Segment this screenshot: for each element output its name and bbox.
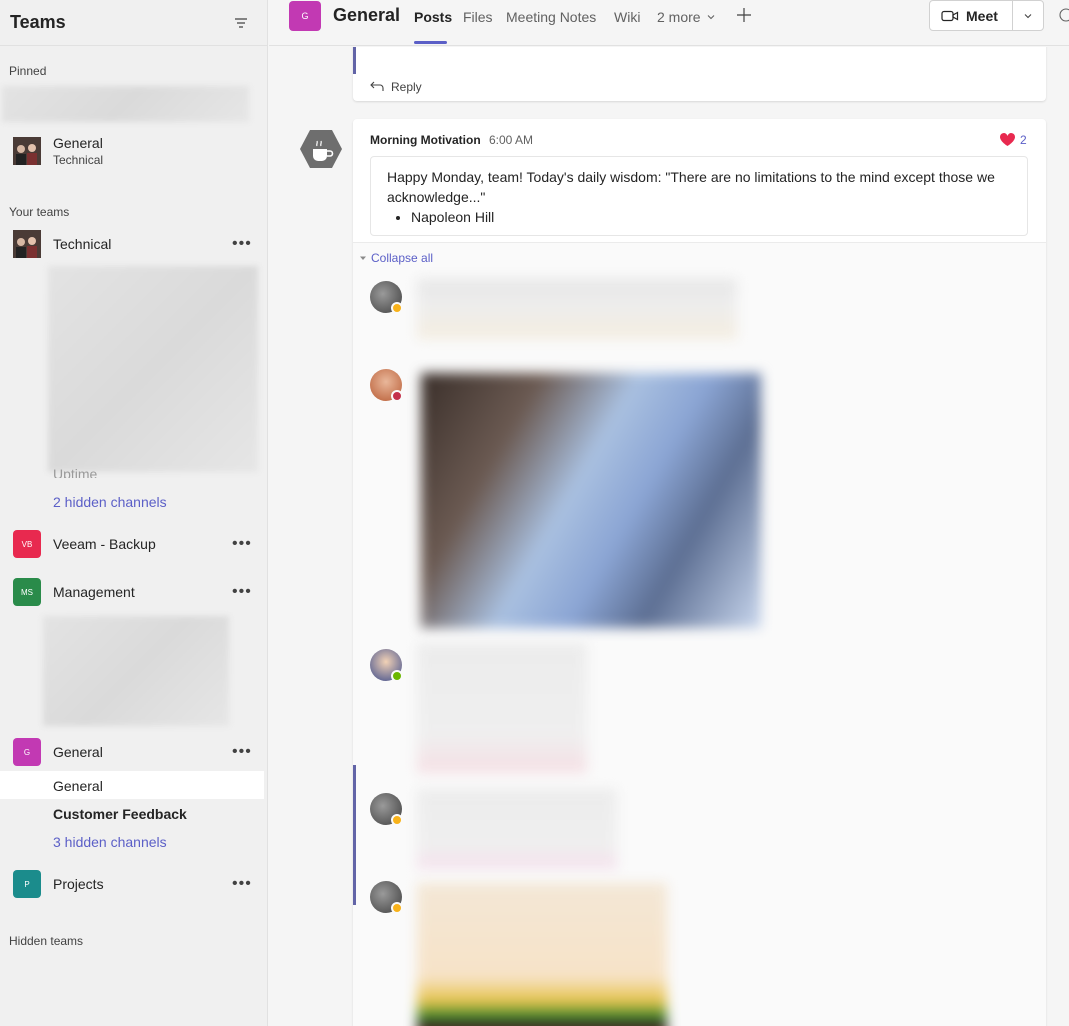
reaction-count: 2 [1020, 132, 1027, 147]
filter-icon[interactable] [233, 15, 249, 31]
more-options-icon[interactable]: ••• [232, 876, 252, 892]
blurred-image-attachment[interactable] [421, 373, 761, 628]
channel-customer-feedback[interactable]: Customer Feedback [53, 806, 187, 822]
pinned-channel-name: General [53, 135, 103, 151]
team-name: Veeam - Backup [53, 536, 156, 552]
coffee-bot-avatar[interactable] [299, 129, 343, 169]
team-photo-avatar [13, 137, 41, 165]
team-technical[interactable]: Technical ••• [0, 224, 268, 264]
reply-label: Reply [391, 80, 422, 94]
management-blurred-channels[interactable] [43, 616, 229, 726]
blurred-reply-content [417, 279, 737, 339]
tab-posts[interactable]: Posts [414, 9, 452, 25]
channel-general[interactable]: General [53, 778, 103, 794]
post-author[interactable]: Morning Motivation [370, 133, 481, 147]
reply-avatar[interactable] [370, 881, 403, 914]
tab-meeting-notes[interactable]: Meeting Notes [506, 9, 596, 25]
info-icon[interactable] [1059, 8, 1069, 22]
channel-header: G General Posts Files Meeting Notes Wiki… [269, 0, 1069, 46]
team-photo-avatar [13, 230, 41, 258]
meet-main-button[interactable]: Meet [930, 1, 1013, 30]
pinned-item-general[interactable]: General Technical [0, 131, 268, 171]
teams-sidebar: Teams Pinned General Technical Your team… [0, 0, 268, 1026]
hidden-teams-label[interactable]: Hidden teams [9, 934, 83, 948]
blurred-reply-content [417, 789, 617, 869]
team-management[interactable]: MS Management ••• [0, 572, 268, 612]
video-camera-icon [941, 10, 959, 21]
sidebar-header: Teams [0, 0, 267, 46]
team-name: Projects [53, 876, 104, 892]
heart-icon [999, 133, 1016, 146]
team-avatar: G [13, 738, 41, 766]
away-status-icon [391, 902, 403, 914]
post-card: Morning Motivation 6:00 AM 2 Happy Monda… [353, 119, 1046, 1026]
pinned-team-name: Technical [53, 153, 104, 167]
sidebar-title: Teams [10, 12, 66, 32]
active-tab-indicator [414, 41, 447, 44]
meet-dropdown-button[interactable] [1013, 11, 1043, 21]
post-bullet-list: Napoleon Hill [411, 207, 1011, 227]
away-status-icon [391, 814, 403, 826]
team-name: Management [53, 584, 135, 600]
channel-uptime-partial[interactable]: Uptime [53, 466, 97, 478]
team-name: Technical [53, 236, 112, 252]
chevron-down-icon [707, 15, 714, 20]
more-options-icon[interactable]: ••• [232, 536, 252, 552]
chevron-down-icon [1024, 13, 1032, 18]
channel-title: General [333, 5, 401, 25]
post-message-text: Happy Monday, team! Today's daily wisdom… [387, 169, 995, 205]
replies-thread: Collapse all [353, 242, 1046, 1026]
more-options-icon[interactable]: ••• [232, 236, 252, 252]
team-avatar: P [13, 870, 41, 898]
tab-wiki[interactable]: Wiki [614, 9, 640, 25]
available-status-icon [391, 670, 403, 682]
team-projects[interactable]: P Projects ••• [0, 864, 268, 904]
collapse-all-button[interactable]: Collapse all [359, 251, 433, 265]
caret-down-icon [360, 256, 366, 260]
more-options-icon[interactable]: ••• [232, 584, 252, 600]
pinned-blurred-item[interactable] [2, 86, 249, 122]
meet-button[interactable]: Meet [929, 0, 1044, 31]
team-avatar: VB [13, 530, 41, 558]
general-hidden-channels[interactable]: 3 hidden channels [53, 834, 167, 850]
thread-accent-bar [353, 765, 356, 905]
team-veeam-backup[interactable]: VB Veeam - Backup ••• [0, 524, 268, 564]
thread-accent-bar [353, 47, 356, 74]
channel-avatar: G [289, 1, 321, 31]
more-options-icon[interactable]: ••• [232, 744, 252, 760]
previous-post-card: Reply [353, 47, 1046, 101]
busy-status-icon [391, 390, 403, 402]
reply-avatar[interactable] [370, 281, 403, 314]
reply-avatar[interactable] [370, 649, 403, 682]
pinned-label: Pinned [9, 64, 47, 78]
away-status-icon [391, 302, 403, 314]
team-avatar: MS [13, 578, 41, 606]
team-name: General [53, 744, 103, 760]
selected-channel-highlight[interactable] [0, 771, 264, 799]
team-general[interactable]: G General ••• [0, 732, 268, 772]
reply-button[interactable]: Reply [369, 80, 422, 94]
blurred-reply-content [417, 643, 587, 773]
meet-label: Meet [966, 7, 998, 24]
post-timestamp: 6:00 AM [489, 133, 534, 147]
collapse-all-label: Collapse all [371, 251, 434, 265]
post-message-body: Happy Monday, team! Today's daily wisdom… [370, 156, 1028, 236]
reply-avatar[interactable] [370, 793, 403, 826]
reply-avatar[interactable] [370, 369, 403, 402]
heart-reaction[interactable]: 2 [999, 132, 1027, 147]
tab-files[interactable]: Files [463, 9, 493, 25]
tab-more-label: 2 more [657, 9, 701, 25]
blurred-image-attachment[interactable] [417, 883, 667, 1026]
post-bullet-item: Napoleon Hill [411, 207, 1011, 227]
add-tab-icon[interactable] [736, 7, 752, 23]
posts-feed: Reply Morning Motivation 6:00 AM 2 Happy… [269, 47, 1069, 1026]
your-teams-label: Your teams [9, 205, 70, 219]
reply-arrow-icon [370, 81, 384, 91]
tab-more[interactable]: 2 more [657, 9, 716, 25]
technical-blurred-channels[interactable] [48, 266, 258, 472]
technical-hidden-channels[interactable]: 2 hidden channels [53, 494, 167, 510]
